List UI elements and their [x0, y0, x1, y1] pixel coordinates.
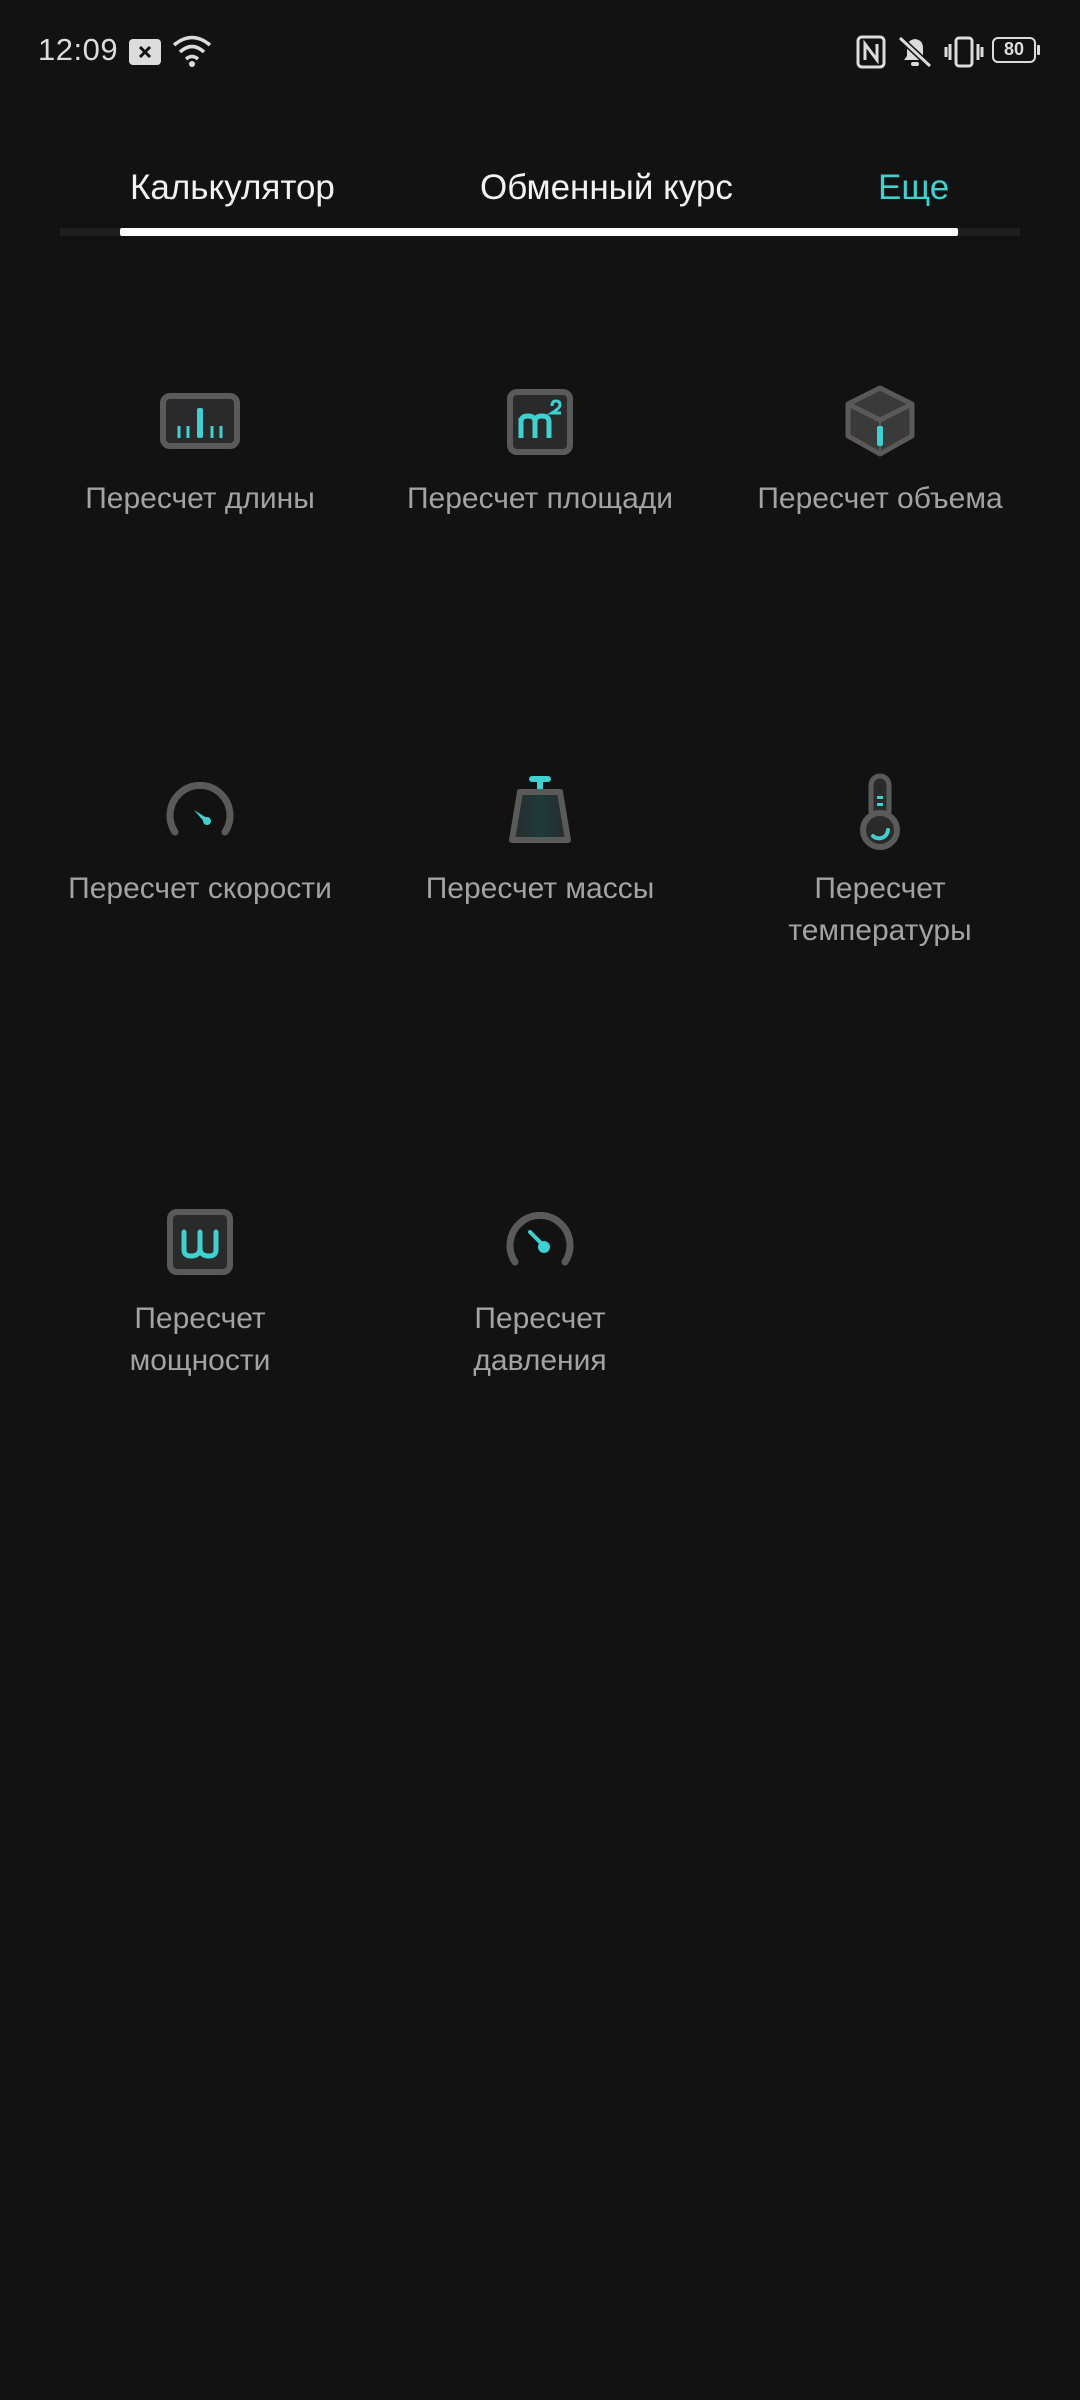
- length-ruler-icon: [160, 393, 240, 449]
- converter-volume-label: Пересчет объема: [757, 482, 1003, 515]
- volume-cube-icon: [845, 385, 915, 457]
- converter-temperature-label: Пересчет температуры: [788, 872, 972, 947]
- tab-exchange-rate[interactable]: Обменный курс: [480, 168, 733, 208]
- pressure-gauge-icon: [506, 1211, 574, 1266]
- converter-length[interactable]: Пересчет длины: [30, 380, 370, 520]
- converter-mass-label: Пересчет массы: [425, 872, 655, 905]
- temperature-thermometer-icon: [860, 773, 900, 850]
- converter-length-label: Пересчет длины: [85, 482, 315, 515]
- speed-gauge-icon: [166, 781, 234, 836]
- wifi-icon: [172, 35, 212, 67]
- status-bar: 12:09 80: [0, 0, 1080, 100]
- notification-x-icon: [129, 39, 161, 65]
- tab-indicator: [120, 228, 958, 236]
- tab-more[interactable]: Еще: [878, 168, 949, 208]
- converter-mass[interactable]: Пересчет массы: [370, 770, 710, 910]
- area-m2-icon: [507, 389, 573, 455]
- converter-pressure-label: Пересчет давления: [473, 1302, 607, 1377]
- battery-icon: 80: [992, 37, 1036, 63]
- battery-tip: [1037, 45, 1040, 55]
- mute-icon: [897, 35, 933, 69]
- mass-weight-icon: [509, 776, 571, 843]
- converter-power-label: Пересчет мощности: [129, 1302, 271, 1377]
- converter-area-label: Пересчет площади: [406, 482, 674, 515]
- converter-pressure[interactable]: Пересчет давления: [370, 1200, 710, 1382]
- status-time: 12:09: [38, 32, 119, 67]
- converter-volume[interactable]: Пересчет объема: [710, 380, 1050, 520]
- converter-temperature[interactable]: Пересчет температуры: [710, 770, 1050, 952]
- power-watt-icon: [167, 1209, 233, 1275]
- tab-calculator[interactable]: Калькулятор: [130, 168, 335, 208]
- battery-level: 80: [1003, 39, 1025, 59]
- converter-speed[interactable]: Пересчет скорости: [30, 770, 370, 910]
- nfc-icon: [856, 35, 886, 69]
- converter-speed-label: Пересчет скорости: [68, 872, 332, 905]
- tab-bar: Калькулятор Обменный курс Еще: [60, 150, 1020, 240]
- converter-area[interactable]: Пересчет площади: [370, 380, 710, 520]
- converter-power[interactable]: Пересчет мощности: [30, 1200, 370, 1382]
- vibrate-icon: [944, 36, 984, 68]
